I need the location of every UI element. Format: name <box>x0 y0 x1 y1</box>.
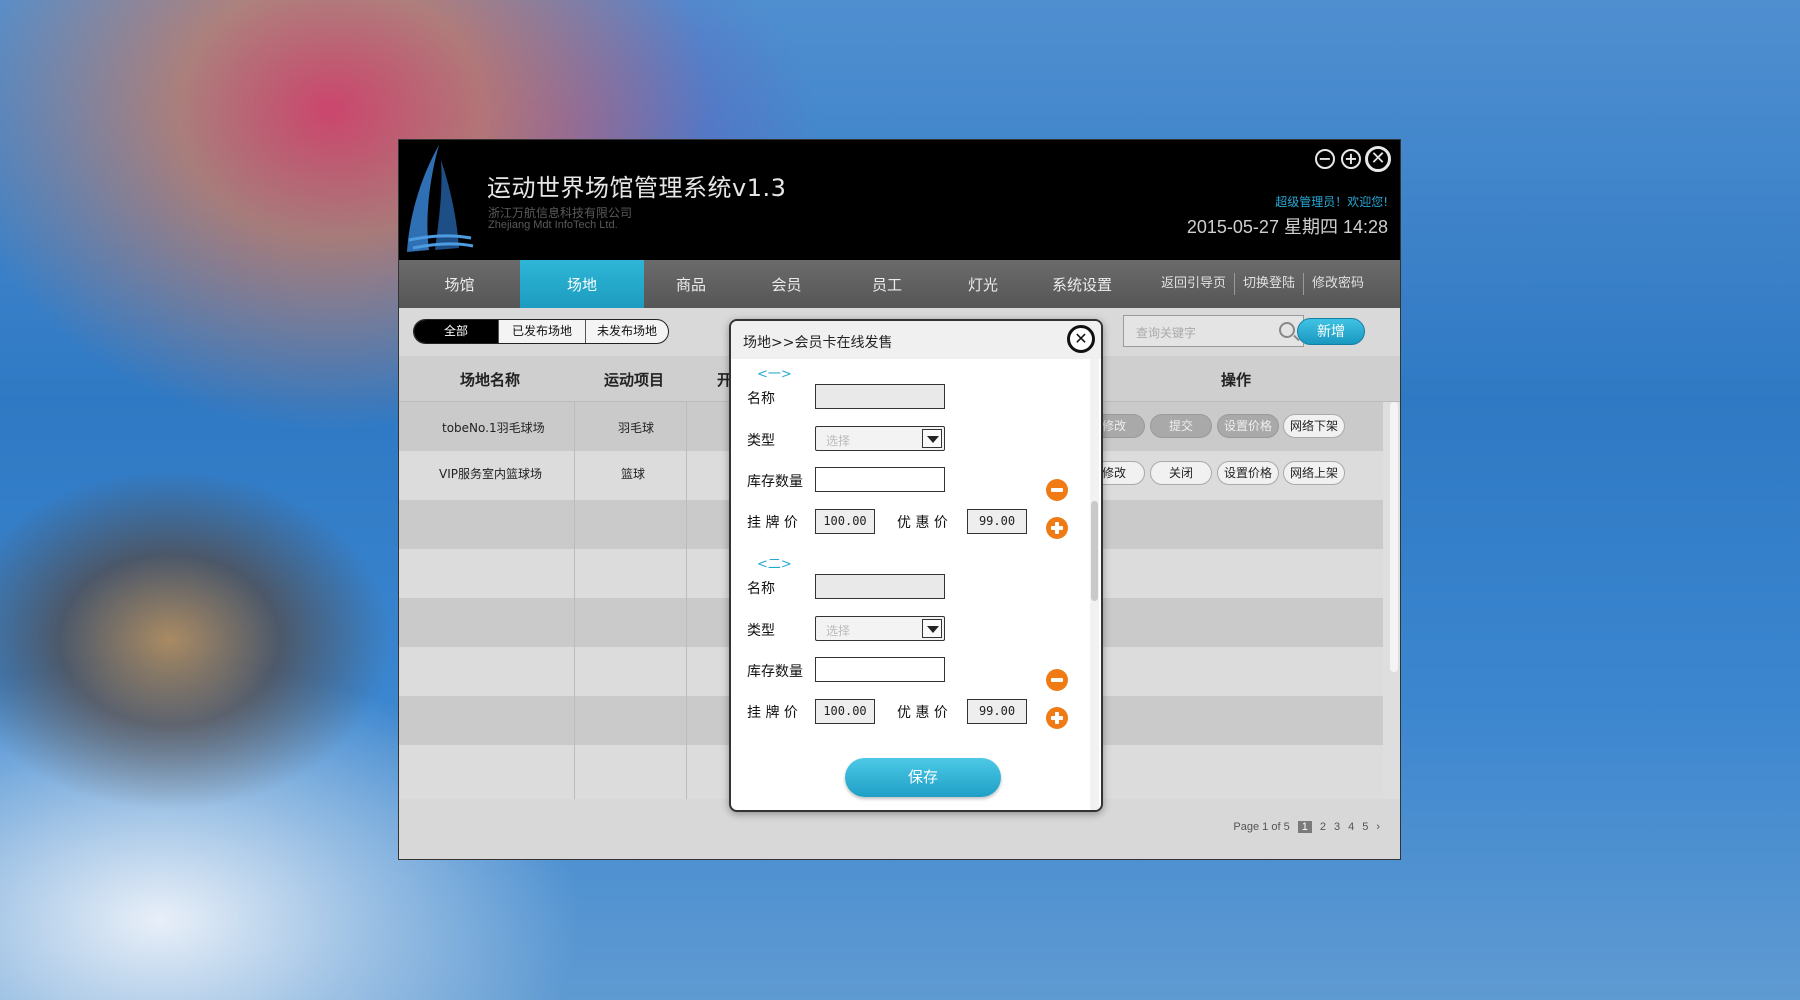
list-price-label: 挂 牌 价 <box>747 705 798 721</box>
pagination: Page 1 of 5 1 2 3 4 5 › <box>1233 821 1380 833</box>
publish-filter: 全部 已发布场地 未发布场地 <box>413 319 669 344</box>
page-link-2[interactable]: 2 <box>1320 821 1326 833</box>
maximize-icon[interactable]: + <box>1341 149 1361 169</box>
page-link-5[interactable]: 5 <box>1362 821 1368 833</box>
discount-price-field[interactable]: 99.00 <box>967 509 1027 534</box>
type-select[interactable]: 选择 <box>815 616 945 641</box>
minimize-icon[interactable]: − <box>1315 149 1335 169</box>
name-field[interactable] <box>815 574 945 599</box>
close-field-button[interactable]: 关闭 <box>1150 461 1212 485</box>
datetime: 2015-05-27 星期四 14:28 <box>1186 217 1388 237</box>
list-price-label: 挂 牌 价 <box>747 515 798 531</box>
list-price-field[interactable]: 100.00 <box>815 509 875 534</box>
page-link-1[interactable]: 1 <box>1297 821 1312 833</box>
chevron-down-icon[interactable] <box>922 619 942 638</box>
row-field-name: VIP服务室内篮球场 <box>439 467 542 481</box>
dialog-title: 场地>>会员卡在线发售 <box>743 335 893 351</box>
type-select[interactable]: 选择 <box>815 426 945 451</box>
add-icon[interactable] <box>1046 517 1068 539</box>
search-input[interactable]: 查询关键字 <box>1123 315 1304 347</box>
nav-item-venue[interactable]: 场馆 <box>399 260 520 308</box>
put-online-button[interactable]: 网络上架 <box>1283 461 1345 485</box>
chevron-down-icon[interactable] <box>922 429 942 448</box>
nav-link-back-guide[interactable]: 返回引导页 <box>1153 273 1234 295</box>
column-divider <box>686 402 687 799</box>
column-header-sport: 运动项目 <box>604 371 665 389</box>
discount-price-label: 优 惠 价 <box>897 515 948 531</box>
nav-link-change-password[interactable]: 修改密码 <box>1304 273 1372 295</box>
section-label-1: <一> <box>757 367 792 382</box>
discount-price-field[interactable]: 99.00 <box>967 699 1027 724</box>
section-label-2: <二> <box>757 557 792 572</box>
filter-tab-published[interactable]: 已发布场地 <box>498 320 585 343</box>
column-header-name: 场地名称 <box>460 371 521 389</box>
dialog-header: 场地>>会员卡在线发售 ✕ <box>731 321 1101 359</box>
type-select-placeholder: 选择 <box>826 624 851 638</box>
nav-item-lights[interactable]: 灯光 <box>939 260 1027 308</box>
page-link-3[interactable]: 3 <box>1334 821 1340 833</box>
search-placeholder: 查询关键字 <box>1136 326 1197 340</box>
nav-item-goods[interactable]: 商品 <box>644 260 738 308</box>
add-button[interactable]: 新增 <box>1297 318 1365 345</box>
sail-logo-icon <box>407 145 474 252</box>
nav-item-staff[interactable]: 员工 <box>835 260 939 308</box>
list-price-field[interactable]: 100.00 <box>815 699 875 724</box>
nav-item-members[interactable]: 会员 <box>738 260 835 308</box>
name-label: 名称 <box>747 581 775 597</box>
type-label: 类型 <box>747 623 775 639</box>
close-icon[interactable]: ✕ <box>1365 146 1391 172</box>
submit-button[interactable]: 提交 <box>1150 414 1212 438</box>
stock-label: 库存数量 <box>747 664 803 680</box>
app-header: 运动世界场馆管理系统v1.3 浙江万航信息科技有限公司 Zhejiang Mdt… <box>399 140 1400 260</box>
set-price-button[interactable]: 设置价格 <box>1217 414 1279 438</box>
add-icon[interactable] <box>1046 707 1068 729</box>
nav-item-settings[interactable]: 系统设置 <box>1027 260 1137 308</box>
nav-link-switch-login[interactable]: 切换登陆 <box>1235 273 1303 295</box>
type-label: 类型 <box>747 433 775 449</box>
save-button[interactable]: 保存 <box>845 758 1001 797</box>
row-sport: 篮球 <box>621 467 646 481</box>
name-field[interactable] <box>815 384 945 409</box>
stock-field[interactable] <box>815 657 945 682</box>
remove-icon[interactable] <box>1046 669 1068 691</box>
nav-item-field[interactable]: 场地 <box>520 260 644 308</box>
column-divider <box>574 402 575 799</box>
dialog-scrollbar-thumb[interactable] <box>1091 501 1098 601</box>
filter-tab-unpublished[interactable]: 未发布场地 <box>585 320 668 343</box>
stock-field[interactable] <box>815 467 945 492</box>
take-offline-button[interactable]: 网络下架 <box>1283 414 1345 438</box>
remove-icon[interactable] <box>1046 479 1068 501</box>
discount-price-label: 优 惠 价 <box>897 705 948 721</box>
membership-card-sale-dialog: 场地>>会员卡在线发售 ✕ <一> 名称 类型 选择 库存数量 挂 牌 价 10… <box>729 319 1103 812</box>
search-icon[interactable] <box>1279 322 1295 338</box>
main-nav: 场馆 场地 商品 会员 员工 灯光 系统设置 返回引导页 切换登陆 修改密码 <box>399 260 1400 308</box>
filter-tab-all[interactable]: 全部 <box>414 320 498 343</box>
welcome-text: 超级管理员！欢迎您! <box>1275 195 1388 209</box>
table-scrollbar[interactable] <box>1390 402 1398 672</box>
page-link-4[interactable]: 4 <box>1348 821 1354 833</box>
column-header-actions: 操作 <box>1221 371 1252 389</box>
next-page-icon[interactable]: › <box>1376 821 1380 833</box>
type-select-placeholder: 选择 <box>826 434 851 448</box>
set-price-button[interactable]: 设置价格 <box>1217 461 1279 485</box>
row-field-name: tobeNo.1羽毛球场 <box>442 421 545 435</box>
close-icon[interactable]: ✕ <box>1067 325 1095 353</box>
app-title: 运动世界场馆管理系统v1.3 <box>487 174 787 202</box>
stock-label: 库存数量 <box>747 474 803 490</box>
company-name-en: Zhejiang Mdt InfoTech Ltd. <box>488 219 618 231</box>
row-sport: 羽毛球 <box>618 421 655 435</box>
name-label: 名称 <box>747 391 775 407</box>
page-summary: Page 1 of 5 <box>1233 821 1290 833</box>
